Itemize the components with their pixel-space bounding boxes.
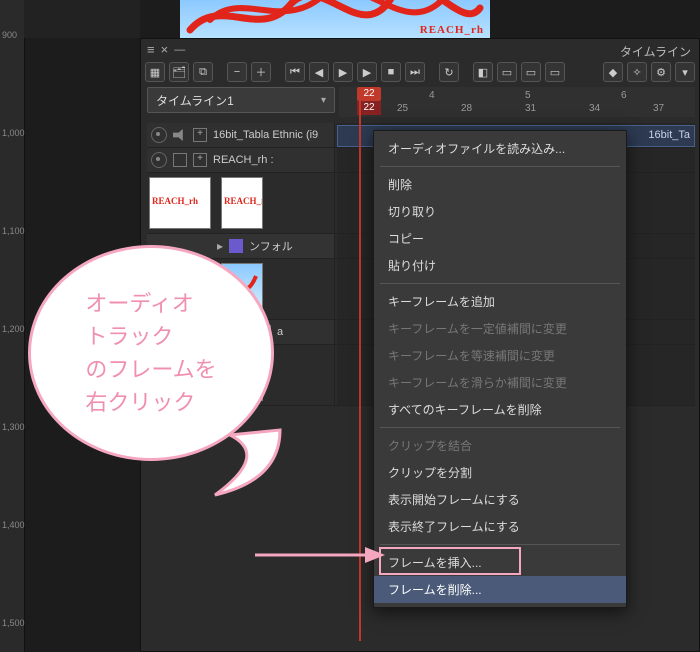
ruler-tick: 34 <box>589 103 600 114</box>
cel-thumbnail[interactable]: REACH_rh <box>221 177 263 229</box>
folder-icon <box>229 239 243 253</box>
panel-menu-icon[interactable]: ≡ <box>147 42 155 57</box>
menu-separator <box>380 166 620 167</box>
panel-title: タイムライン <box>620 43 691 60</box>
panel-collapse-icon[interactable]: — <box>174 44 185 56</box>
canvas-preview: REACH_rh <box>180 0 490 38</box>
ruler-tick: 5 <box>525 90 531 101</box>
menu-item: キーフレームを一定値補間に変更 <box>374 315 626 342</box>
menu-item[interactable]: すべてのキーフレームを削除 <box>374 396 626 423</box>
ruler-mark: 1,100 <box>2 226 25 236</box>
new-timeline-icon[interactable]: ⧉ <box>193 62 213 82</box>
go-first-icon[interactable]: ⏮ <box>285 62 305 82</box>
go-last-icon[interactable]: ⏭ <box>405 62 425 82</box>
ruler-mark: 1,200 <box>2 324 25 334</box>
ruler-mark: 1,000 <box>2 128 25 138</box>
cel-thumbnail[interactable]: REACH_rh <box>149 177 211 229</box>
panel-close-icon[interactable]: × <box>161 42 169 57</box>
playhead-frame-bottom: 22 <box>357 101 381 115</box>
menu-item[interactable]: キーフレームを追加 <box>374 288 626 315</box>
onion-skin-icon[interactable]: ◧ <box>473 62 493 82</box>
grid-icon[interactable]: ▦ <box>145 62 165 82</box>
cel-track-name: a <box>277 326 283 338</box>
fx-icon[interactable]: ✧ <box>627 62 647 82</box>
dropdown-icon[interactable]: ▾ <box>675 62 695 82</box>
menu-item[interactable]: 切り取り <box>374 198 626 225</box>
layers-icon[interactable]: 🗂 <box>169 62 189 82</box>
menu-item: クリップを結合 <box>374 432 626 459</box>
ruler-tick: 37 <box>653 103 664 114</box>
stop-icon[interactable]: ■ <box>381 62 401 82</box>
clip-tool-b-icon[interactable]: ▭ <box>521 62 541 82</box>
marker-icon[interactable]: ◆ <box>603 62 623 82</box>
menu-item[interactable]: フレームを挿入... <box>374 549 626 576</box>
menu-item[interactable]: オーディオファイルを読み込み... <box>374 135 626 162</box>
ruler-tick: 28 <box>461 103 472 114</box>
artwork-signature: REACH_rh <box>420 24 484 36</box>
menu-separator <box>380 427 620 428</box>
next-frame-icon[interactable]: ▶ <box>357 62 377 82</box>
clip-tool-c-icon[interactable]: ▭ <box>545 62 565 82</box>
thumb-text: REACH_rh <box>224 196 263 206</box>
panel-tab-controls: ≡ × — <box>147 42 185 57</box>
settings-icon[interactable]: ⚙ <box>651 62 671 82</box>
clip-tool-a-icon[interactable]: ▭ <box>497 62 517 82</box>
frame-context-menu: オーディオファイルを読み込み... 削除切り取りコピー貼り付けキーフレームを追加キ… <box>373 130 627 608</box>
thumb-text: REACH_rh <box>152 196 198 206</box>
visibility-toggle-icon[interactable] <box>151 127 167 143</box>
canvas-area-left <box>24 0 140 38</box>
menu-item[interactable]: 表示開始フレームにする <box>374 486 626 513</box>
annotation-bubble: オーディオトラックのフレームを右クリック <box>28 245 274 461</box>
audio-track-name: 16bit_Tabla Ethnic (i9 <box>213 129 318 141</box>
canvas-vertical-ruler: 900 1,000 1,100 1,200 1,300 1,400 1,500 <box>0 0 25 652</box>
audio-clip-label: 16bit_Ta <box>648 129 690 141</box>
speaker-icon[interactable] <box>173 129 187 141</box>
layer-type-icon <box>173 153 187 167</box>
ruler-tick: 31 <box>525 103 536 114</box>
expand-icon[interactable]: + <box>193 153 207 167</box>
timeline-selector[interactable]: タイムライン1 ▾ <box>147 87 335 113</box>
play-icon[interactable]: ▶ <box>333 62 353 82</box>
visibility-toggle-icon[interactable] <box>151 152 167 168</box>
timeline-name-label: タイムライン1 <box>156 92 234 109</box>
loop-icon[interactable]: ↻ <box>439 62 459 82</box>
ruler-tick: 6 <box>621 90 627 101</box>
ruler-mark: 1,400 <box>2 520 25 530</box>
ruler-mark: 1,500 <box>2 618 25 628</box>
ruler-tick: 25 <box>397 103 408 114</box>
menu-item[interactable]: クリップを分割 <box>374 459 626 486</box>
menu-item: キーフレームを滑らか補間に変更 <box>374 369 626 396</box>
menu-item[interactable]: 貼り付け <box>374 252 626 279</box>
folder-name: ンフォル <box>249 238 293 254</box>
frame-ruler[interactable]: 22 22 4 5 6 7 25 28 31 34 37 40 43 <box>339 87 695 117</box>
ruler-mark: 1,300 <box>2 422 25 432</box>
ruler-tick: 4 <box>429 90 435 101</box>
menu-item[interactable]: 表示終了フレームにする <box>374 513 626 540</box>
expand-icon[interactable]: + <box>193 128 207 142</box>
prev-frame-icon[interactable]: ◀ <box>309 62 329 82</box>
annotation-text: オーディオトラックのフレームを右クリック <box>85 287 216 419</box>
layer-track-name: REACH_rh : <box>213 154 274 166</box>
timeline-toolbar: ▦ 🗂 ⧉ − ＋ ⏮ ◀ ▶ ▶ ■ ⏭ ↻ ◧ ▭ ▭ ▭ ◆ ✧ ⚙ ▾ <box>145 61 695 83</box>
menu-item[interactable]: 削除 <box>374 171 626 198</box>
menu-item: キーフレームを等速補間に変更 <box>374 342 626 369</box>
menu-item[interactable]: フレームを削除... <box>374 576 626 603</box>
zoom-out-icon[interactable]: − <box>227 62 247 82</box>
menu-separator <box>380 283 620 284</box>
annotation-arrow <box>255 530 395 580</box>
menu-separator <box>380 544 620 545</box>
chevron-down-icon: ▾ <box>321 95 326 106</box>
ruler-mark: 900 <box>2 30 17 40</box>
playhead-frame-top[interactable]: 22 <box>357 87 381 101</box>
menu-item[interactable]: コピー <box>374 225 626 252</box>
chevron-right-icon[interactable]: ▸ <box>217 239 223 253</box>
zoom-in-icon[interactable]: ＋ <box>251 62 271 82</box>
